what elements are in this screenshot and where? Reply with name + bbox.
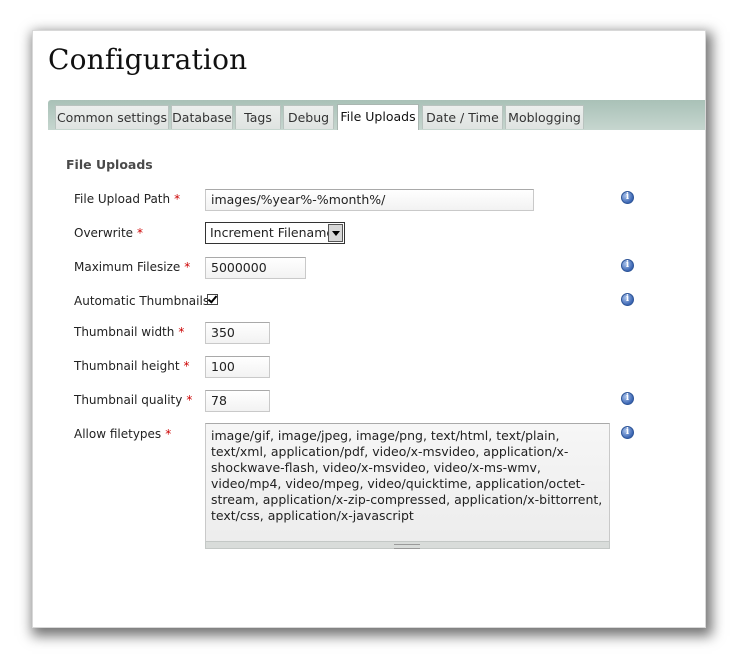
- required-marker: *: [137, 226, 144, 240]
- thumb-width-input[interactable]: 350: [205, 322, 270, 344]
- overwrite-select[interactable]: Increment Filename: [205, 222, 345, 244]
- thumb-quality-label-text: Thumbnail quality: [74, 393, 183, 407]
- upload-path-label: File Upload Path *: [74, 192, 180, 206]
- filetypes-textarea[interactable]: image/gif, image/jpeg, image/png, text/h…: [205, 423, 610, 549]
- thumb-width-label-text: Thumbnail width: [74, 325, 175, 339]
- thumb-height-input[interactable]: 100: [205, 356, 270, 378]
- thumb-width-label: Thumbnail width *: [74, 325, 184, 339]
- max-filesize-label: Maximum Filesize *: [74, 260, 190, 274]
- section-title: File Uploads: [66, 157, 153, 172]
- thumb-height-label-text: Thumbnail height: [74, 359, 180, 373]
- tab-debug[interactable]: Debug: [283, 105, 334, 129]
- thumb-height-label: Thumbnail height *: [74, 359, 190, 373]
- required-marker: *: [178, 325, 185, 339]
- required-marker: *: [183, 359, 190, 373]
- required-marker: *: [174, 192, 181, 206]
- auto-thumbnails-label: Automatic Thumbnails: [74, 294, 210, 308]
- chevron-down-icon[interactable]: [328, 224, 343, 242]
- info-icon[interactable]: i: [621, 191, 634, 204]
- tab-database[interactable]: Database: [171, 105, 233, 129]
- thumb-quality-label: Thumbnail quality *: [74, 393, 192, 407]
- tab-file-uploads[interactable]: File Uploads: [337, 104, 419, 130]
- upload-path-input[interactable]: images/%year%-%month%/: [205, 189, 534, 211]
- max-filesize-label-text: Maximum Filesize: [74, 260, 181, 274]
- tab-bar: Common settings Database Tags Debug File…: [48, 100, 705, 130]
- textarea-resize-grip[interactable]: [205, 541, 610, 549]
- overwrite-selected-value: Increment Filename: [210, 225, 335, 240]
- upload-path-label-text: File Upload Path: [74, 192, 171, 206]
- tab-date-time[interactable]: Date / Time: [422, 105, 503, 129]
- required-marker: *: [184, 260, 191, 274]
- filetypes-label: Allow filetypes *: [74, 427, 171, 441]
- overwrite-label-text: Overwrite: [74, 226, 134, 240]
- overwrite-label: Overwrite *: [74, 226, 143, 240]
- page-title: Configuration: [48, 43, 248, 76]
- info-icon[interactable]: i: [621, 426, 634, 439]
- info-icon[interactable]: i: [621, 259, 634, 272]
- required-marker: *: [186, 393, 193, 407]
- info-icon[interactable]: i: [621, 392, 634, 405]
- configuration-window: Configuration Common settings Database T…: [33, 31, 705, 627]
- info-icon[interactable]: i: [621, 293, 634, 306]
- max-filesize-input[interactable]: 5000000: [205, 257, 306, 279]
- required-marker: *: [165, 427, 172, 441]
- tab-common-settings[interactable]: Common settings: [55, 105, 169, 129]
- auto-thumbnails-checkbox[interactable]: [207, 294, 218, 305]
- filetypes-label-text: Allow filetypes: [74, 427, 162, 441]
- thumb-quality-input[interactable]: 78: [205, 390, 270, 412]
- tab-moblogging[interactable]: Moblogging: [505, 105, 584, 129]
- tab-tags[interactable]: Tags: [235, 105, 281, 129]
